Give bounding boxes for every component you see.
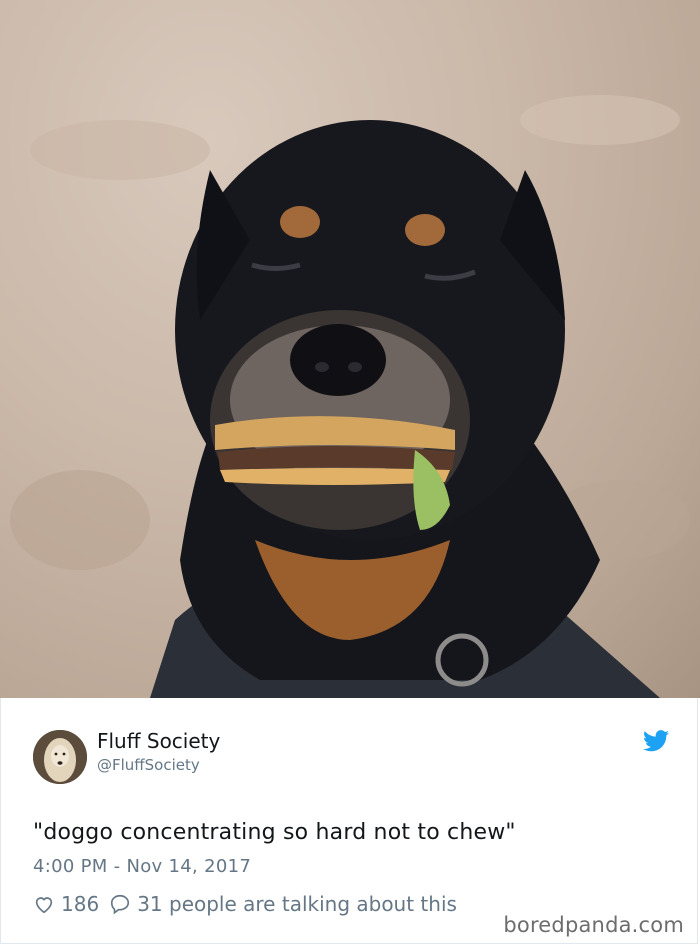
avatar[interactable] (33, 730, 87, 784)
display-name[interactable]: Fluff Society (97, 728, 220, 754)
twitter-bird-icon[interactable] (643, 730, 669, 752)
afghan-hound-avatar-image (33, 730, 87, 784)
user-handle[interactable]: @FluffSociety (97, 755, 200, 775)
heart-icon[interactable] (33, 893, 55, 915)
tweet-text: "doggo concentrating so hard not to chew… (33, 820, 516, 845)
tweet-card[interactable]: Fluff Society @FluffSociety "doggo conce… (0, 698, 698, 944)
dog-eating-burger-illustration (10, 95, 690, 698)
like-count[interactable]: 186 (61, 892, 99, 916)
talking-about-text[interactable]: 31 people are talking about this (137, 892, 457, 916)
tweet-actions: 186 31 people are talking about this (33, 891, 467, 917)
tweet-timestamp[interactable]: 4:00 PM - Nov 14, 2017 (33, 855, 251, 879)
site-watermark: boredpanda.com (503, 913, 684, 937)
comment-bubble-icon[interactable] (109, 893, 131, 915)
tweet-photo[interactable] (0, 0, 700, 698)
